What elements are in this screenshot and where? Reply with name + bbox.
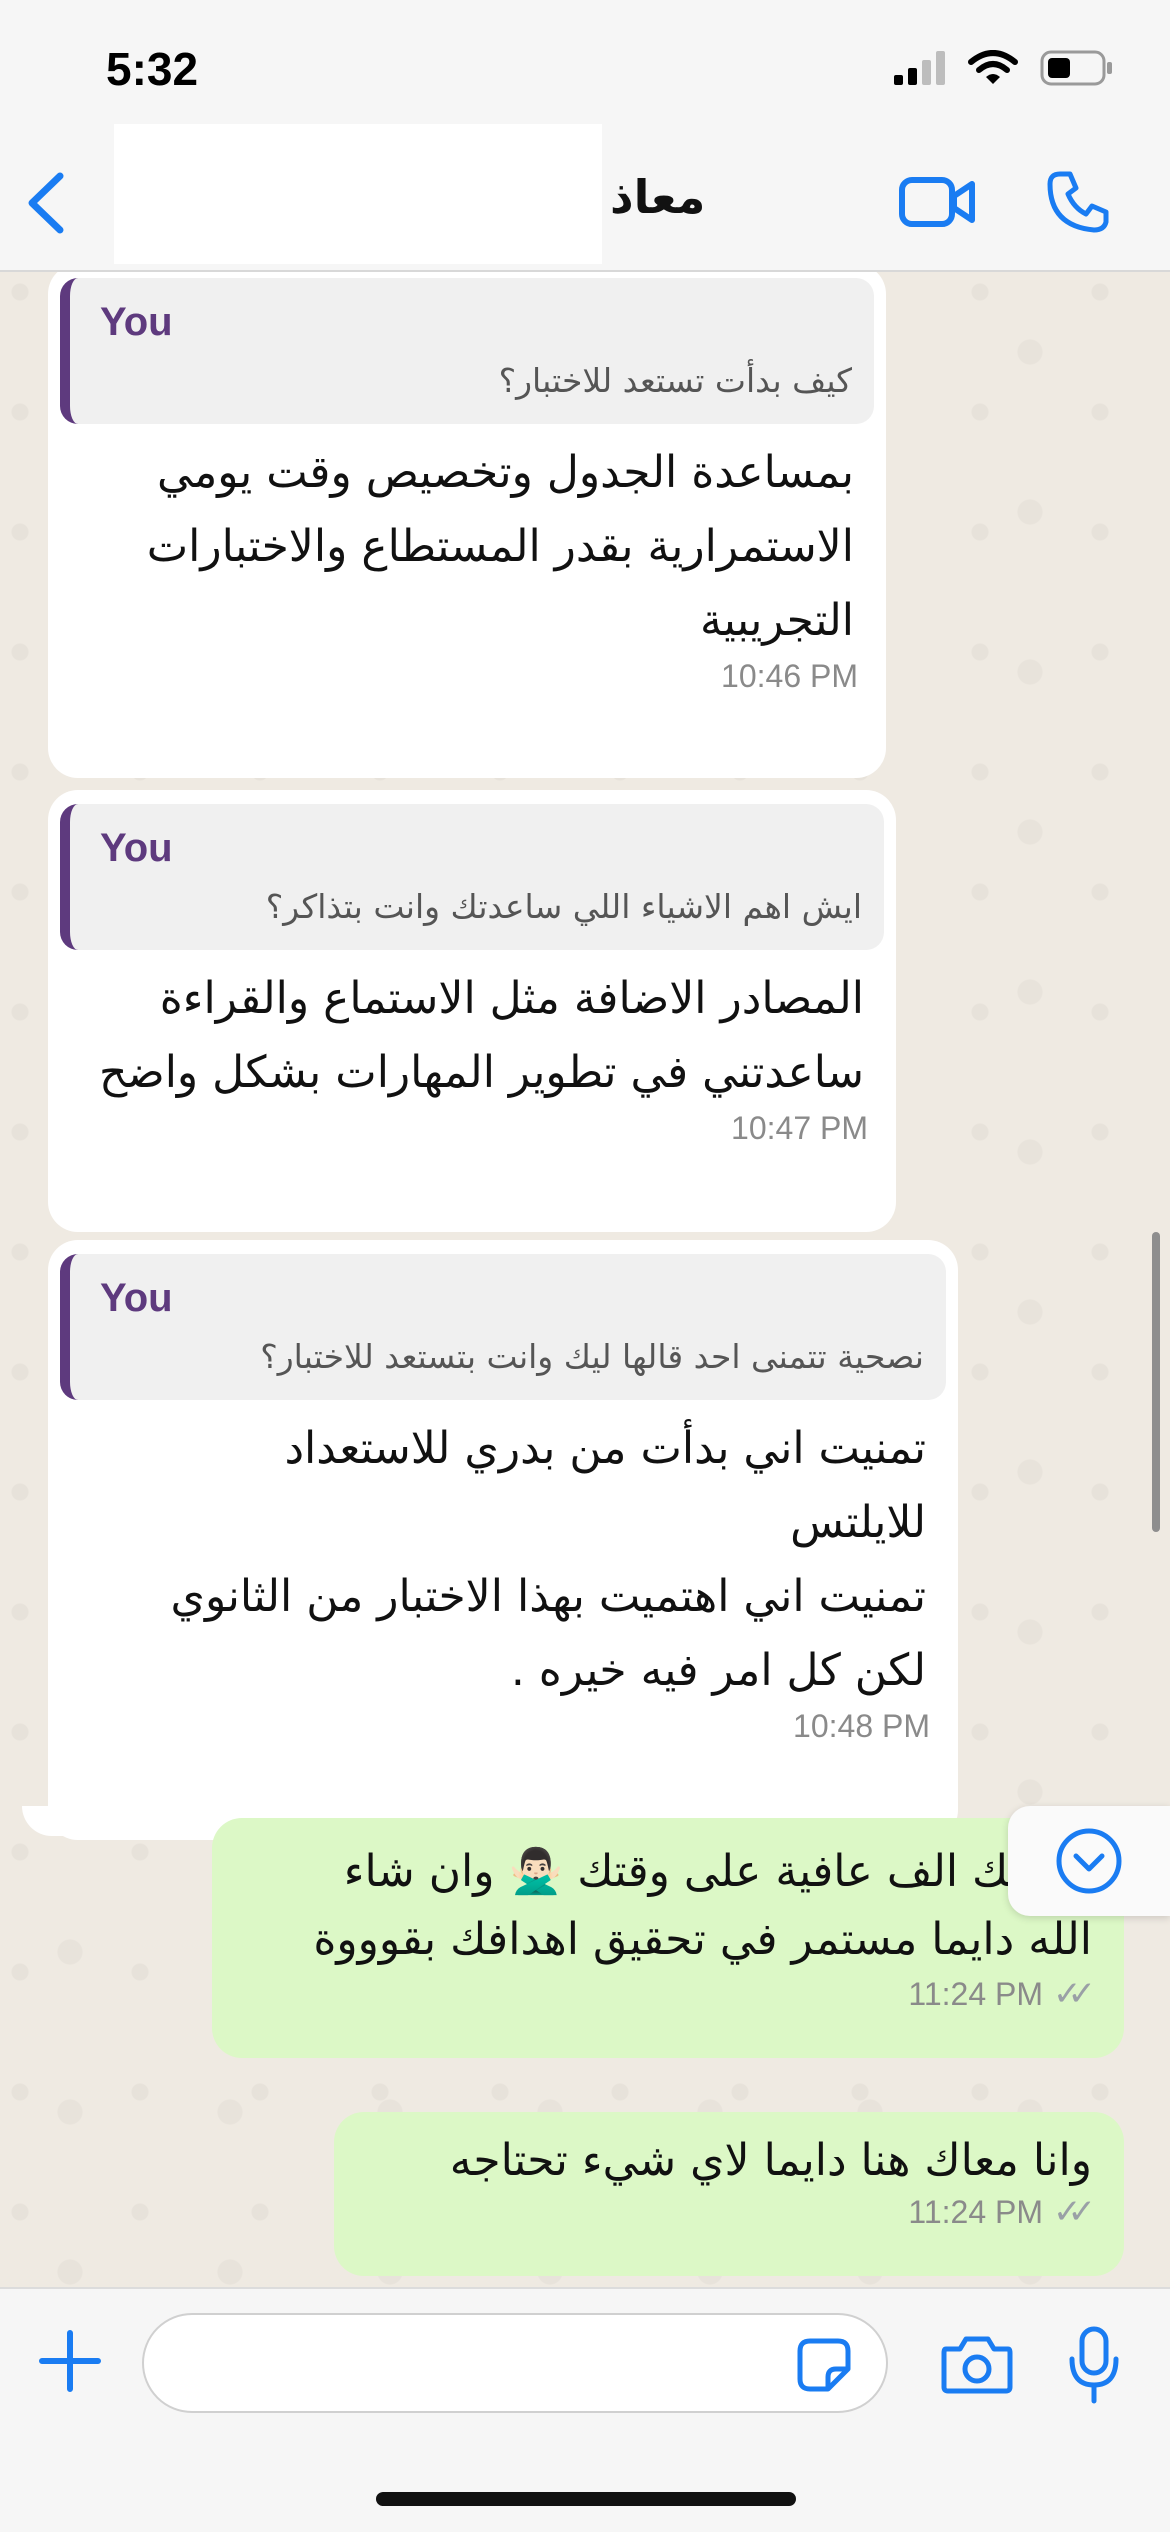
attach-button[interactable] [38,2329,102,2393]
sticker-icon [797,2338,851,2392]
read-receipt-icon: ✓✓ [1053,1974,1096,2014]
quote-author: You [100,1276,173,1320]
video-call-button[interactable] [898,172,976,232]
quoted-reply[interactable]: You نصحية تتمنى احد قالها ليك وانت بتستع… [60,1254,946,1400]
message-bubble-incoming[interactable]: You ايش اهم الاشياء اللي ساعدتك وانت بتذ… [48,790,896,1232]
chevron-left-icon [28,172,64,234]
home-indicator[interactable] [376,2492,796,2506]
plus-icon [39,2330,101,2392]
message-input-bar [0,2287,1170,2532]
quoted-reply[interactable]: You ايش اهم الاشياء اللي ساعدتك وانت بتذ… [60,804,884,950]
message-time: 10:46 PM [721,658,858,694]
quote-text: كيف بدأت تستعد للاختبار؟ [498,361,852,400]
back-button[interactable] [22,168,72,238]
microphone-button[interactable] [1066,2325,1122,2405]
message-meta: 11:24 PM ✓✓ [224,1974,1112,2014]
chat-header: 5:32 معاذ [0,0,1170,272]
wifi-icon [968,50,1018,84]
message-text: وانا معاك هنا دايما لاي شيء تحتاجه [449,2135,1092,2186]
battery-icon [1040,50,1112,86]
message-text: بمساعدة الجدول وتخصيص وقت يومي الاستمرار… [146,447,854,646]
quoted-reply[interactable]: You كيف بدأت تستعد للاختبار؟ [60,278,874,424]
message-time: 10:47 PM [731,1110,868,1146]
chevron-down-circle-icon [1056,1828,1122,1894]
scroll-indicator[interactable] [1152,1232,1160,1532]
message-bubble-outgoing[interactable]: وانا معاك هنا دايما لاي شيء تحتاجه 11:24… [334,2112,1124,2276]
message-text: المصادر الاضافة مثل الاستماع والقراءة سا… [98,973,864,1098]
message-time: 11:24 PM [908,1975,1044,2012]
video-camera-icon [899,177,975,227]
sticker-button[interactable] [796,2337,852,2393]
quote-text: نصحية تتمنى احد قالها ليك وانت بتستعد لل… [260,1337,924,1376]
status-icons [894,50,1114,86]
quote-author: You [100,826,173,870]
cellular-signal-icon [894,51,945,85]
message-time: 11:24 PM [908,2193,1044,2230]
message-text: يعطيك الف عافية على وقتك 🙅🏻‍♂️ وان شاء ا… [313,1846,1092,1965]
message-bubble-incoming[interactable]: You نصحية تتمنى احد قالها ليك وانت بتستع… [48,1240,958,1840]
camera-icon [941,2336,1013,2394]
redacted-area [114,124,602,264]
message-text: تمنيت اني بدأت من بدري للاستعداد للايلتس… [170,1423,927,1696]
chat-messages[interactable]: You كيف بدأت تستعد للاختبار؟ بمساعدة الج… [0,272,1170,2287]
microphone-icon [1069,2326,1119,2404]
message-meta: 11:24 PM ✓✓ [346,2192,1112,2232]
phone-icon [1047,171,1109,233]
message-bubble-outgoing[interactable]: يعطيك الف عافية على وقتك 🙅🏻‍♂️ وان شاء ا… [212,1818,1124,2058]
message-time: 10:48 PM [793,1708,930,1744]
quote-text: ايش اهم الاشياء اللي ساعدتك وانت بتذاكر؟ [265,887,862,926]
camera-button[interactable] [940,2333,1014,2395]
message-input[interactable] [142,2313,888,2413]
quote-author: You [100,300,173,344]
status-time: 5:32 [106,43,199,95]
contact-name[interactable]: معاذ [610,170,705,224]
message-bubble-incoming[interactable]: You كيف بدأت تستعد للاختبار؟ بمساعدة الج… [48,272,886,778]
read-receipt-icon: ✓✓ [1053,2192,1096,2232]
voice-call-button[interactable] [1046,170,1110,234]
scroll-to-bottom-button[interactable] [1008,1806,1170,1916]
bubble-tail [22,1806,72,1836]
